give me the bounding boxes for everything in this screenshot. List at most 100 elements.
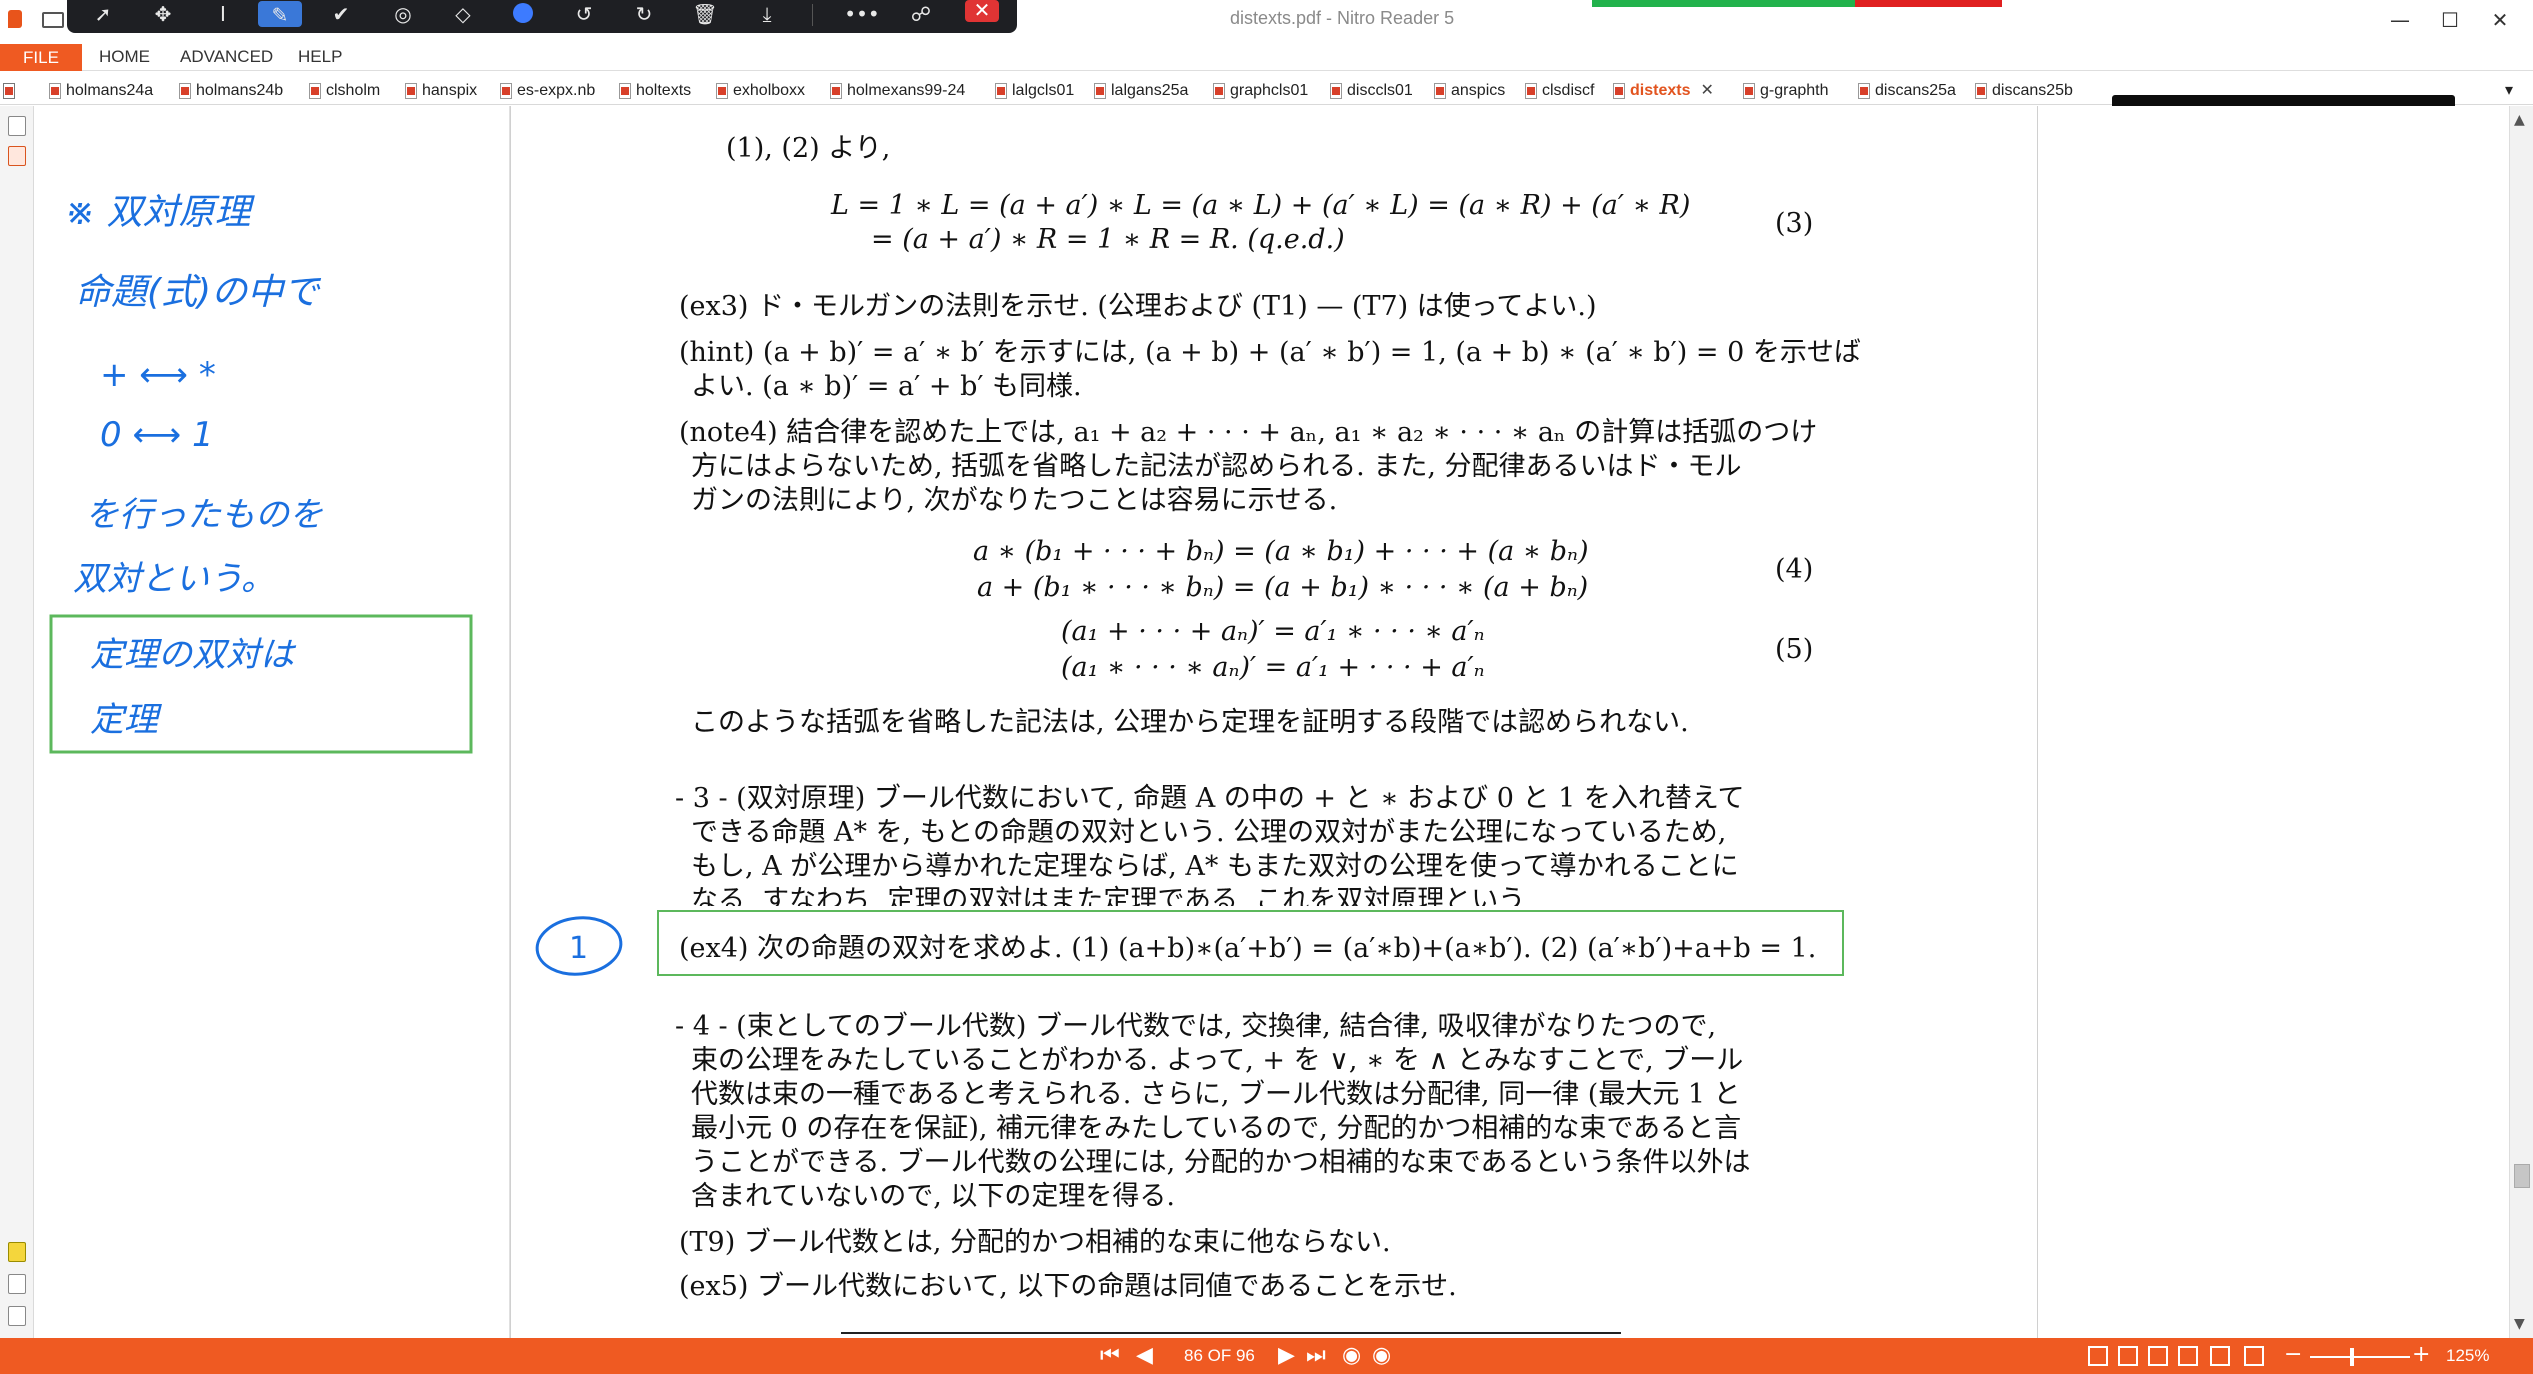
- ex3-text: (ex3) ド・モルガンの法則を示せ. (公理および (T1) — (T7) は…: [679, 291, 1597, 322]
- facing-view-icon[interactable]: [2148, 1346, 2168, 1366]
- scroll-thumb[interactable]: [2514, 1164, 2530, 1188]
- tab-close-icon[interactable]: ✕: [1700, 82, 1713, 99]
- window-close-button[interactable]: ✕: [2480, 5, 2520, 35]
- tab-disccls01[interactable]: disccls01: [1327, 80, 1413, 102]
- zoom-level[interactable]: 125%: [2446, 1346, 2489, 1366]
- menu-file[interactable]: FILE: [0, 44, 82, 71]
- tab-holtexts[interactable]: holtexts: [616, 80, 691, 102]
- tab-clsholm[interactable]: clsholm: [306, 80, 380, 102]
- bookmarks-panel-icon[interactable]: [8, 146, 26, 166]
- vertical-scrollbar[interactable]: ▲ ▼: [2509, 106, 2533, 1338]
- clipped-next-line: [841, 1328, 1621, 1338]
- tab-lalgcls01[interactable]: lalgcls01: [992, 80, 1074, 102]
- minimize-button[interactable]: —: [2380, 5, 2420, 35]
- tab-hanspix[interactable]: hanspix: [402, 80, 477, 102]
- fit-width-icon[interactable]: [2210, 1346, 2230, 1366]
- eq5-line-1: (a₁ + · · · + aₙ)′ = a′₁ ∗ · · · ∗ a′ₙ: [1061, 616, 1485, 647]
- single-page-view-icon[interactable]: [2088, 1346, 2108, 1366]
- note-line-3: + ⟷ *: [100, 355, 216, 395]
- undo-icon[interactable]: ↺: [562, 0, 606, 30]
- next-view-icon[interactable]: ◉: [1372, 1343, 1391, 1369]
- tab-discans25b[interactable]: discans25b: [1972, 80, 2073, 102]
- layers-panel-icon[interactable]: [8, 1306, 26, 1326]
- tab-es-expx[interactable]: es-expx.nb: [497, 80, 595, 102]
- annotation-toolbar: ➚ ✥ I ✎ ✔ ◎ ◇ ↺ ↻ 🗑 ⤓ ••• ☍ ✕: [67, 0, 1017, 33]
- download-icon[interactable]: ⤓: [745, 0, 789, 30]
- note-line-2: 命題(式)の中で: [75, 272, 322, 313]
- window-title: distexts.pdf - Nitro Reader 5: [1230, 8, 1455, 28]
- menu-advanced[interactable]: ADVANCED: [180, 47, 273, 67]
- eraser-icon[interactable]: ◇: [441, 0, 485, 30]
- handwritten-note-area[interactable]: ※ 双対原理 命題(式)の中で + ⟷ * 0 ⟷ 1 を行ったものを 双対とい…: [35, 106, 510, 1338]
- tab-holmans24b[interactable]: holmans24b: [176, 80, 283, 102]
- hint-line-2: よい. (a ∗ b)′ = a′ + b′ も同様.: [691, 371, 1082, 402]
- share-user-icon[interactable]: ☍: [899, 0, 943, 30]
- tab-distexts[interactable]: distexts ✕: [1610, 80, 1714, 102]
- open-folder-icon[interactable]: [42, 12, 64, 28]
- tab-anspics[interactable]: anspics: [1431, 80, 1505, 102]
- scroll-up-icon[interactable]: ▲: [2514, 112, 2525, 128]
- ex5-text: (ex5) ブール代数において, 以下の命題は同値であることを示せ.: [679, 1271, 1457, 1302]
- handwritten-ex4-mark: 1: [535, 916, 623, 976]
- tab-holmans24a[interactable]: holmans24a: [46, 80, 153, 102]
- eq4-number: (4): [1775, 554, 1814, 585]
- zoom-slider[interactable]: [2310, 1356, 2410, 1358]
- tab-list-icon[interactable]: [0, 80, 18, 102]
- section3-line-4: なる. すなわち, 定理の双対はまた定理である. これを双対原理という.: [691, 885, 1534, 906]
- tab-holmexans99-24[interactable]: holmexans99-24: [827, 80, 965, 102]
- note-line-5: を行ったものを: [85, 495, 323, 535]
- continuous-view-icon[interactable]: [2118, 1346, 2138, 1366]
- pdf-page[interactable]: (1), (2) より, L = 1 ∗ L = (a + a′) ∗ L = …: [510, 106, 2038, 1338]
- zoom-in-icon[interactable]: +: [2412, 1342, 2430, 1367]
- audio-level-red: [1855, 0, 2002, 7]
- pages-panel-icon[interactable]: [8, 116, 26, 136]
- menu-help[interactable]: HELP: [298, 47, 342, 67]
- next-page-icon[interactable]: ▶: [1278, 1343, 1295, 1369]
- last-page-icon[interactable]: ⏭: [1306, 1343, 1326, 1369]
- move-icon[interactable]: ✥: [141, 0, 185, 30]
- scroll-down-icon[interactable]: ▼: [2514, 1316, 2525, 1332]
- zoom-out-icon[interactable]: −: [2284, 1342, 2302, 1367]
- previous-view-icon[interactable]: ◉: [1342, 1343, 1361, 1369]
- close-toolbar-icon[interactable]: ✕: [965, 0, 999, 22]
- eq5-number: (5): [1775, 634, 1814, 665]
- note-box-line-2: 定理: [90, 700, 162, 740]
- tab-clsdiscf[interactable]: clsdiscf: [1522, 80, 1594, 102]
- menu-home[interactable]: HOME: [99, 47, 150, 67]
- pen-icon[interactable]: ✎: [258, 1, 302, 27]
- first-page-icon[interactable]: ⏮: [1100, 1343, 1120, 1369]
- right-empty-area: [2039, 106, 2509, 1338]
- svg-text:1: 1: [569, 931, 588, 966]
- select-arrow-icon[interactable]: ➚: [81, 0, 125, 30]
- page-indicator[interactable]: 86 OF 96: [1184, 1346, 1255, 1366]
- eq3-number: (3): [1775, 208, 1814, 239]
- tab-lalgans25a[interactable]: lalgans25a: [1091, 80, 1188, 102]
- zoom-slider-thumb[interactable]: [2350, 1348, 2354, 1366]
- more-icon[interactable]: •••: [840, 0, 884, 30]
- trash-icon[interactable]: 🗑: [683, 0, 727, 30]
- tab-exholboxx[interactable]: exholboxx: [713, 80, 805, 102]
- comments-panel-icon[interactable]: [8, 1242, 26, 1262]
- handwriting-canvas: ※ 双対原理 命題(式)の中で + ⟷ * 0 ⟷ 1 を行ったものを 双対とい…: [49, 192, 473, 754]
- eq3-line-2: = (a + a′) ∗ R = 1 ∗ R = R. (q.e.d.): [871, 224, 1345, 255]
- facing-continuous-view-icon[interactable]: [2178, 1346, 2198, 1366]
- redo-icon[interactable]: ↻: [622, 0, 666, 30]
- tab-graphcls01[interactable]: graphcls01: [1210, 80, 1308, 102]
- tab-g-graphth[interactable]: g-graphth: [1740, 80, 1829, 102]
- maximize-button[interactable]: ☐: [2430, 5, 2470, 35]
- doc-line-1: (1), (2) より,: [726, 133, 891, 164]
- left-rail: [0, 106, 34, 1338]
- note-line-6: 双対という。: [73, 559, 275, 599]
- note-line-1: ※ 双対原理: [65, 192, 256, 233]
- stamp-icon[interactable]: ◎: [381, 0, 425, 30]
- previous-page-icon[interactable]: ◀: [1136, 1343, 1153, 1369]
- check-icon[interactable]: ✔: [319, 0, 363, 30]
- attachments-panel-icon[interactable]: [8, 1274, 26, 1294]
- ex4-text: (ex4) 次の命題の双対を求めよ. (1) (a+b)∗(a′+b′) = (…: [679, 933, 1817, 964]
- tab-overflow-icon[interactable]: ▾: [2505, 80, 2513, 102]
- menu-bar: FILE HOME ADVANCED HELP: [0, 44, 2533, 71]
- tab-discans25a[interactable]: discans25a: [1855, 80, 1956, 102]
- text-cursor-icon[interactable]: I: [201, 0, 245, 30]
- fit-page-icon[interactable]: [2244, 1346, 2264, 1366]
- color-picker-icon[interactable]: [501, 0, 545, 30]
